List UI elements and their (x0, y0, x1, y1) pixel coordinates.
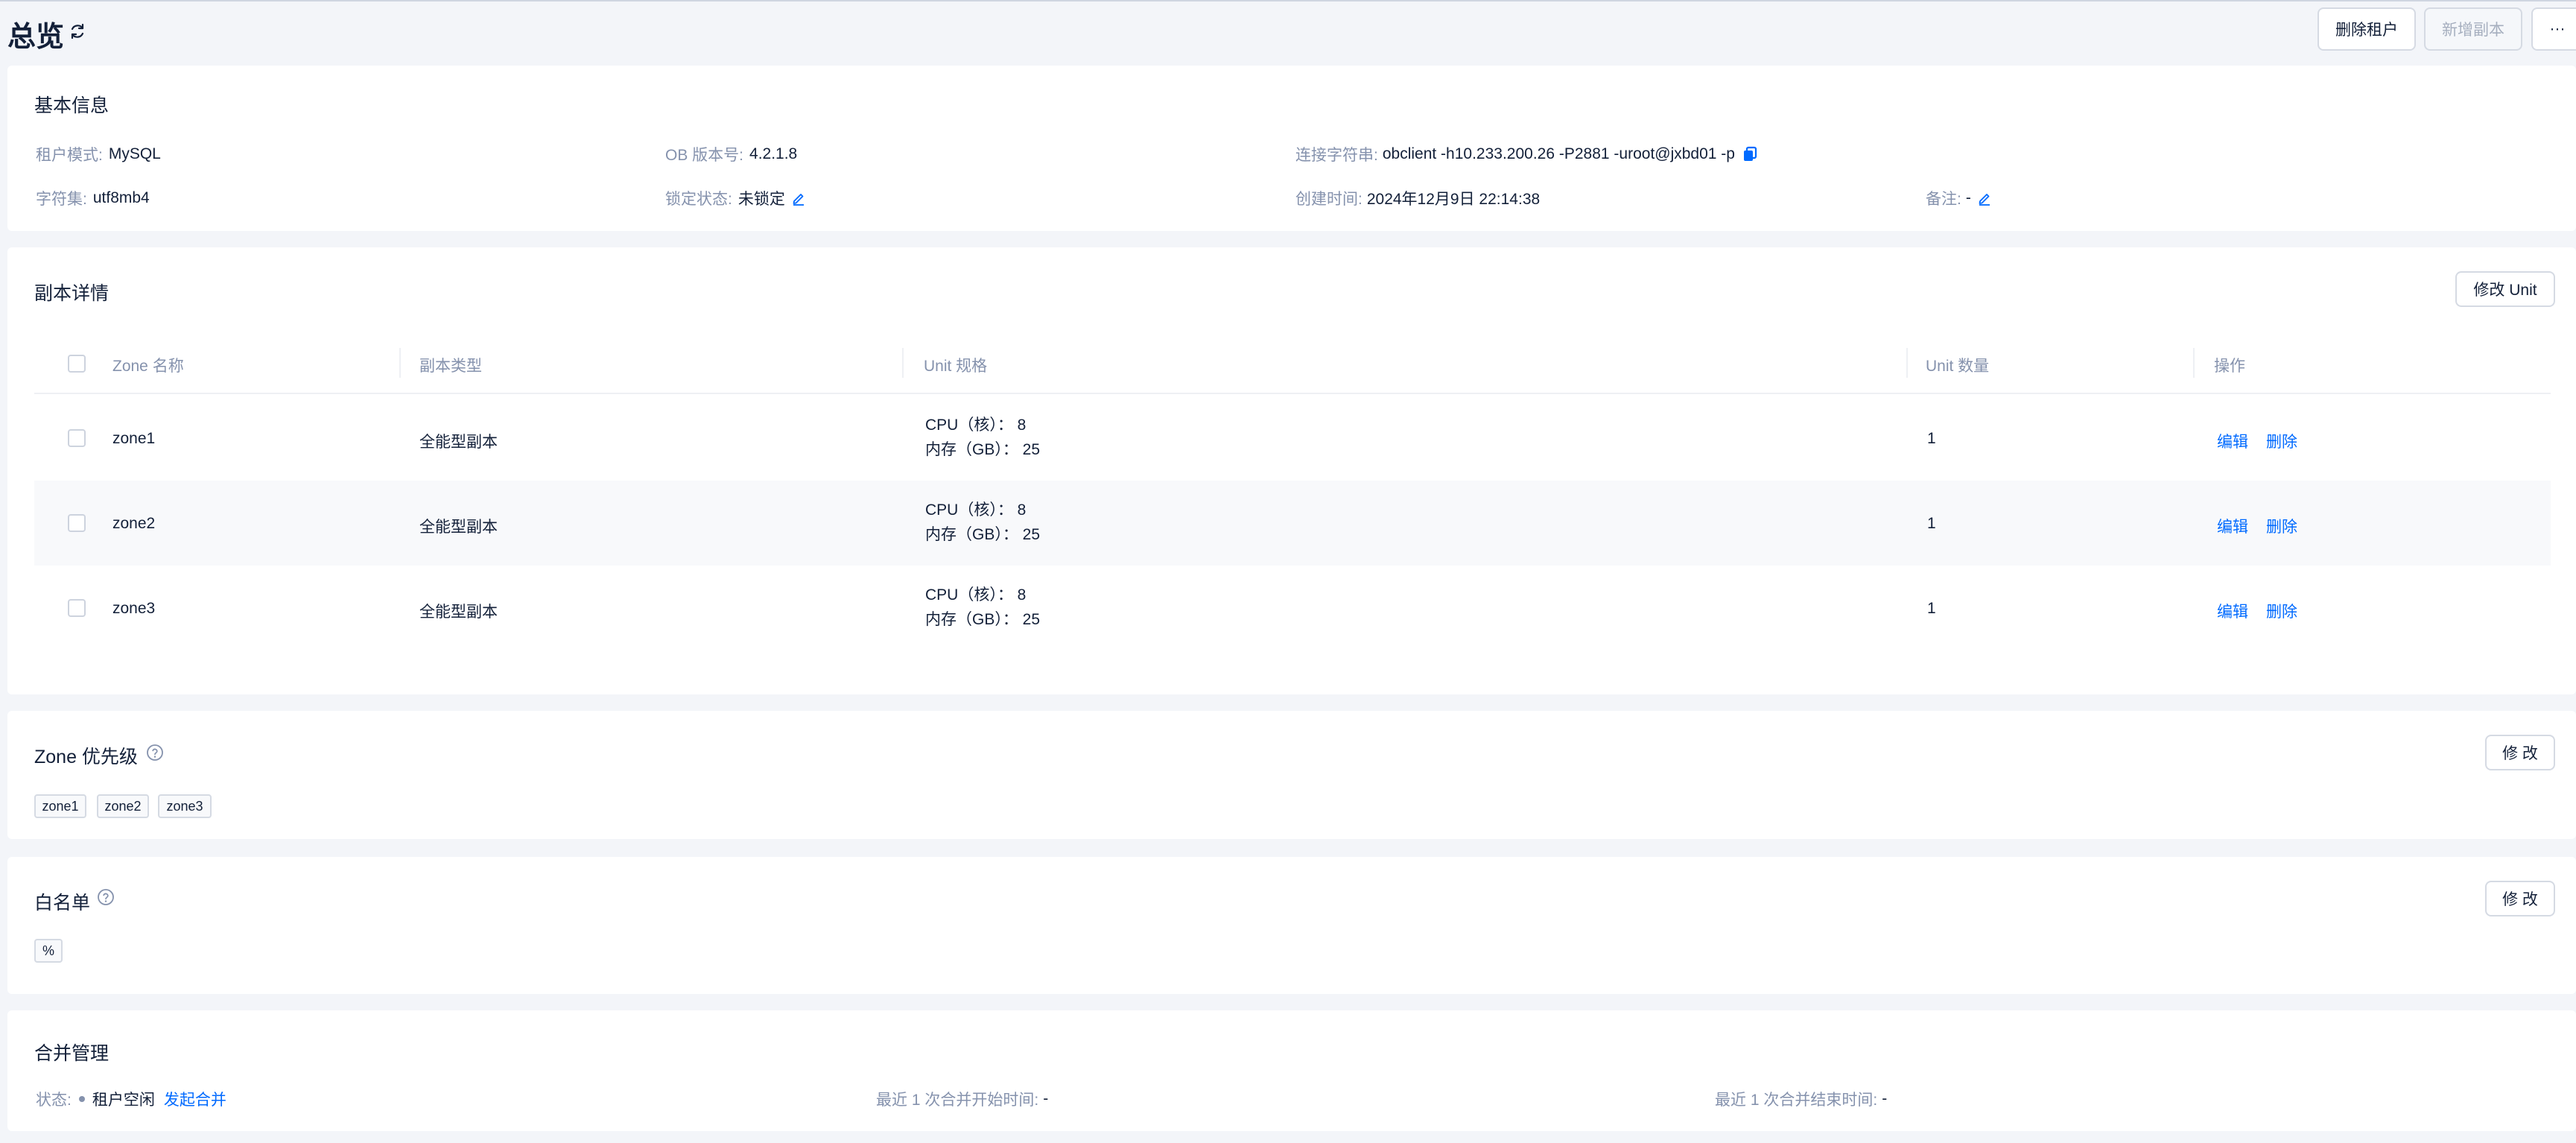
created-time-label: 创建时间: (1295, 191, 1362, 208)
ob-version-value: 4.2.1.8 (749, 145, 798, 162)
start-merge-link[interactable]: 发起合并 (164, 1088, 226, 1110)
column-header-zone: Zone 名称 (112, 358, 184, 375)
zone-name: zone1 (112, 430, 156, 447)
conn-string-label: 连接字符串: (1295, 147, 1378, 164)
zone-tag: zone3 (158, 794, 212, 818)
remark-info: 备注: - (1926, 187, 1992, 209)
page-title: 总览 (7, 22, 65, 53)
unit-count: 1 (1927, 600, 1936, 617)
help-icon[interactable] (97, 888, 115, 906)
lock-status-info: 锁定状态: 未锁定 (665, 187, 806, 209)
whitelist-card: 白名单 修 改 % (7, 857, 2576, 994)
last-merge-end-label: 最近 1 次合并结束时间: (1715, 1092, 1878, 1109)
merge-management-card: 合并管理 状态: 租户空闲 发起合并 最近 1 次合并开始时间: - 最近 1 … (7, 1010, 2576, 1131)
modify-whitelist-button[interactable]: 修 改 (2485, 881, 2555, 916)
more-actions-button[interactable]: ··· (2531, 7, 2576, 51)
delete-zone-link[interactable]: 删除 (2266, 430, 2297, 452)
column-separator (902, 348, 904, 378)
tenant-mode-info: 租户模式: MySQL (36, 143, 161, 165)
row-checkbox[interactable] (68, 599, 86, 617)
zone-name: zone3 (112, 600, 156, 617)
edit-zone-link[interactable]: 编辑 (2217, 430, 2248, 452)
whitelist-title: 白名单 (34, 893, 91, 914)
column-header-actions: 操作 (2214, 358, 2245, 375)
column-separator (399, 348, 401, 378)
unit-cpu: CPU（核）： 8 (925, 417, 1027, 434)
conn-string-info: 连接字符串: obclient -h10.233.200.26 -P2881 -… (1295, 143, 1757, 165)
modify-unit-button[interactable]: 修改 Unit (2455, 271, 2555, 307)
column-header-type: 副本类型 (419, 358, 482, 375)
last-merge-end-value: - (1882, 1090, 1888, 1107)
replica-type: 全能型副本 (419, 434, 498, 451)
row-checkbox[interactable] (68, 514, 86, 532)
lock-status-value: 未锁定 (737, 191, 785, 208)
replica-details-title: 副本详情 (34, 283, 110, 304)
merge-status-label: 状态: (36, 1092, 72, 1109)
merge-management-title: 合并管理 (34, 1043, 110, 1064)
unit-cpu: CPU（核）： 8 (925, 501, 1027, 519)
zone-priority-title: Zone 优先级 (34, 747, 138, 767)
last-merge-start-label: 最近 1 次合并开始时间: (876, 1092, 1039, 1109)
zone-name: zone2 (112, 515, 156, 532)
tenant-mode-label: 租户模式: (36, 147, 103, 164)
column-separator (2193, 348, 2195, 378)
row-checkbox[interactable] (68, 429, 86, 447)
column-header-unit-spec: Unit 规格 (924, 358, 988, 375)
unit-memory: 内存（GB）： 25 (925, 526, 1041, 543)
table-header: Zone 名称 副本类型 Unit 规格 Unit 数量 操作 (34, 333, 2551, 394)
unit-cpu: CPU（核）： 8 (925, 586, 1027, 604)
basic-info-title: 基本信息 (34, 95, 110, 116)
delete-zone-link[interactable]: 删除 (2266, 600, 2297, 622)
remark-label: 备注: (1926, 191, 1961, 208)
help-icon[interactable] (146, 744, 164, 762)
table-row: zone1 全能型副本 CPU（核）： 8 内存（GB）： 25 1 编辑 删除 (34, 396, 2551, 481)
zone-tag: zone1 (34, 794, 86, 818)
charset-value: utf8mb4 (92, 189, 150, 206)
unit-count: 1 (1927, 430, 1936, 447)
column-header-unit-count: Unit 数量 (1926, 358, 1990, 375)
last-merge-end-info: 最近 1 次合并结束时间: - (1715, 1088, 1887, 1110)
page-header: 总览 删除租户 新增副本 ··· (0, 1, 2576, 63)
unit-memory: 内存（GB）： 25 (925, 611, 1041, 628)
edit-lock-icon[interactable] (791, 191, 806, 206)
conn-string-value: obclient -h10.233.200.26 -P2881 -uroot@j… (1382, 145, 1735, 162)
unit-memory: 内存（GB）： 25 (925, 441, 1041, 458)
replica-details-card: 副本详情 修改 Unit Zone 名称 副本类型 Unit 规格 Unit 数… (7, 247, 2576, 694)
last-merge-start-value: - (1043, 1090, 1049, 1107)
status-dot-icon (78, 1096, 85, 1102)
column-separator (1906, 348, 1908, 378)
last-merge-start-info: 最近 1 次合并开始时间: - (876, 1088, 1048, 1110)
whitelist-tag: % (34, 939, 63, 963)
tenant-mode-value: MySQL (108, 145, 161, 162)
ob-version-info: OB 版本号: 4.2.1.8 (665, 143, 797, 165)
created-time-value: 2024年12月9日 22:14:38 (1366, 191, 1541, 208)
table-row: zone3 全能型副本 CPU（核）： 8 内存（GB）： 25 1 编辑 删除 (34, 566, 2551, 650)
merge-status-value: 租户空闲 (92, 1092, 155, 1109)
replica-type: 全能型副本 (419, 519, 498, 536)
merge-status-info: 状态: 租户空闲 发起合并 (36, 1088, 226, 1110)
edit-zone-link[interactable]: 编辑 (2217, 600, 2248, 622)
delete-tenant-button[interactable]: 删除租户 (2318, 7, 2416, 51)
add-replica-button[interactable]: 新增副本 (2424, 7, 2522, 51)
ob-version-label: OB 版本号: (665, 147, 744, 164)
copy-icon[interactable] (1742, 146, 1757, 162)
created-time-info: 创建时间: 2024年12月9日 22:14:38 (1295, 187, 1540, 209)
edit-zone-link[interactable]: 编辑 (2217, 515, 2248, 537)
unit-count: 1 (1927, 515, 1936, 532)
zone-tag: zone2 (97, 794, 149, 818)
basic-info-card: 基本信息 租户模式: MySQL OB 版本号: 4.2.1.8 连接字符串: … (7, 66, 2576, 231)
charset-info: 字符集: utf8mb4 (36, 187, 150, 209)
charset-label: 字符集: (36, 191, 87, 208)
modify-zone-priority-button[interactable]: 修 改 (2485, 735, 2555, 770)
reload-icon[interactable] (69, 22, 86, 40)
edit-remark-icon[interactable] (1977, 191, 1992, 206)
lock-status-label: 锁定状态: (665, 191, 732, 208)
zone-priority-card: Zone 优先级 修 改 zone1 zone2 zone3 (7, 711, 2576, 839)
table-row: zone2 全能型副本 CPU（核）： 8 内存（GB）： 25 1 编辑 删除 (34, 481, 2551, 566)
delete-zone-link[interactable]: 删除 (2266, 515, 2297, 537)
replica-type: 全能型副本 (419, 604, 498, 621)
select-all-checkbox[interactable] (68, 355, 86, 373)
remark-value: - (1965, 189, 1971, 206)
